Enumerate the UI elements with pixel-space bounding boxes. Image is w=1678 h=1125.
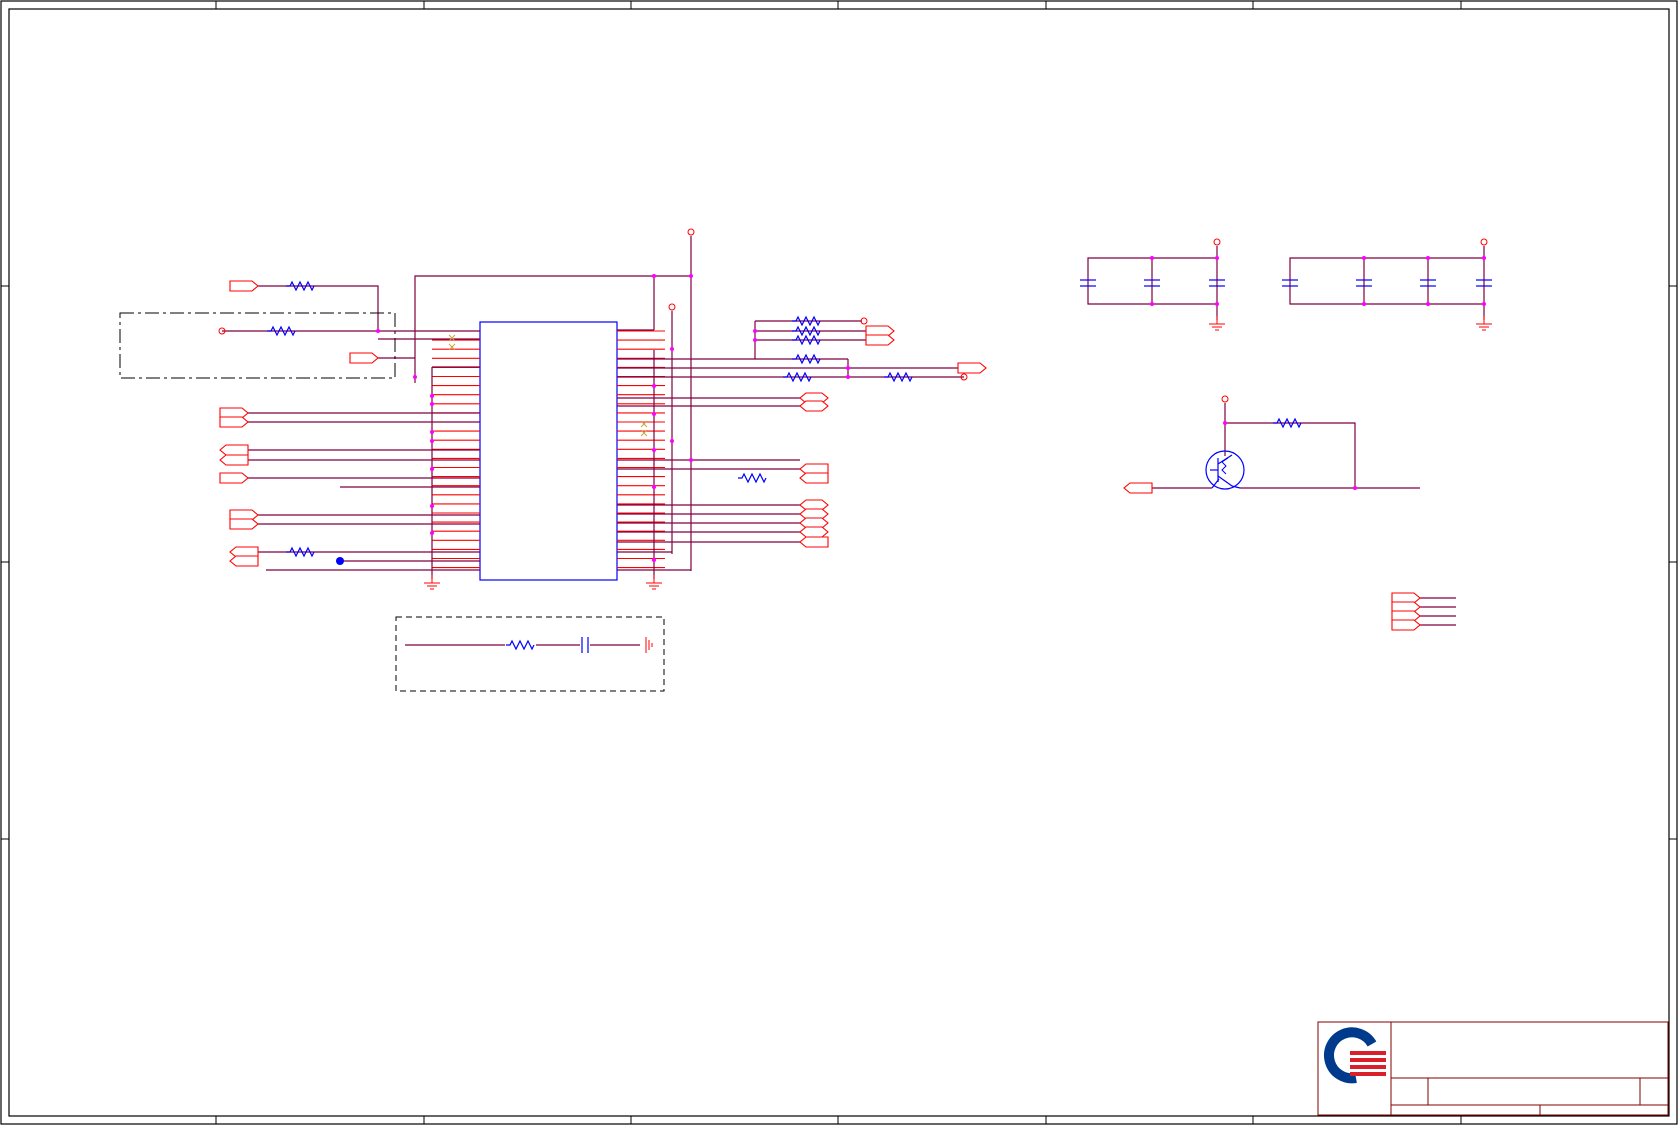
dashed-region [119, 312, 665, 692]
net-port-icon [229, 518, 259, 530]
net-port-icon [219, 416, 249, 428]
junction-dot [753, 329, 757, 333]
junction-dot [753, 338, 757, 342]
junction-dot [1426, 302, 1430, 306]
npn-icon [1205, 450, 1245, 490]
junction-dot [376, 329, 380, 333]
net-port-icon [349, 352, 379, 364]
schematic-sheet [0, 0, 1678, 1125]
resistors [267, 280, 1302, 651]
junction-dot [1482, 302, 1486, 306]
junction-dot [652, 412, 656, 416]
junction-dot [652, 558, 656, 562]
net-port-icon [229, 280, 259, 292]
net-port-icon [799, 472, 829, 484]
junction-dot [670, 439, 674, 443]
junction-dot [846, 375, 850, 379]
power-rail-icon [1221, 395, 1229, 403]
junction-dot [1482, 256, 1486, 260]
junction-dot [846, 366, 850, 370]
junction-dot [1362, 302, 1366, 306]
junction-dot [1215, 256, 1219, 260]
junction-dot [430, 430, 434, 434]
junction-dot [1353, 486, 1357, 490]
net-port-icon [1123, 482, 1153, 494]
ic-body [479, 321, 618, 581]
junction-dot [430, 439, 434, 443]
junction-dot [652, 448, 656, 452]
junction-dot [689, 458, 693, 462]
net-port-icon [957, 362, 987, 374]
junction-dot [652, 485, 656, 489]
junction-dot [670, 347, 674, 351]
junction-dot [1150, 256, 1154, 260]
power-rail-icon [1213, 238, 1221, 246]
junction-dot [430, 504, 434, 508]
resistor-icon [506, 639, 535, 651]
junction-dot [1150, 302, 1154, 306]
power-rail-icon [687, 228, 695, 236]
power-symbols [218, 228, 1492, 653]
net-port-icon [219, 472, 249, 484]
power-rail-icon [1480, 238, 1488, 246]
net-port-icon [219, 454, 249, 466]
junction-dot [430, 467, 434, 471]
net-port-icon [799, 400, 829, 412]
qisda-logo-icon [1324, 1027, 1386, 1084]
test-point-icon [336, 557, 344, 565]
net-port-icon [219, 444, 249, 456]
junction-dot [1223, 421, 1227, 425]
power-rail-icon [668, 303, 676, 311]
junctions [376, 256, 1486, 562]
junction-dot [1215, 302, 1219, 306]
junction-dot [689, 274, 693, 278]
net-port-icon [865, 334, 895, 346]
net-port-icon [229, 555, 259, 567]
junction-dot [652, 384, 656, 388]
net-port-icon [799, 536, 829, 548]
junction-dot [413, 375, 417, 379]
wire-net [222, 236, 1485, 646]
net-port-icon [799, 526, 829, 538]
main-ic [432, 321, 665, 581]
junction-dot [430, 531, 434, 535]
junction-dot [430, 394, 434, 398]
junction-dot [1426, 256, 1430, 260]
resistor-icon [738, 472, 767, 484]
schematic-canvas [0, 0, 1678, 1125]
junction-dot [430, 402, 434, 406]
junction-dot [652, 274, 656, 278]
net-ports [219, 280, 1421, 631]
junction-dot [1362, 256, 1366, 260]
net-port-icon [1391, 619, 1421, 631]
